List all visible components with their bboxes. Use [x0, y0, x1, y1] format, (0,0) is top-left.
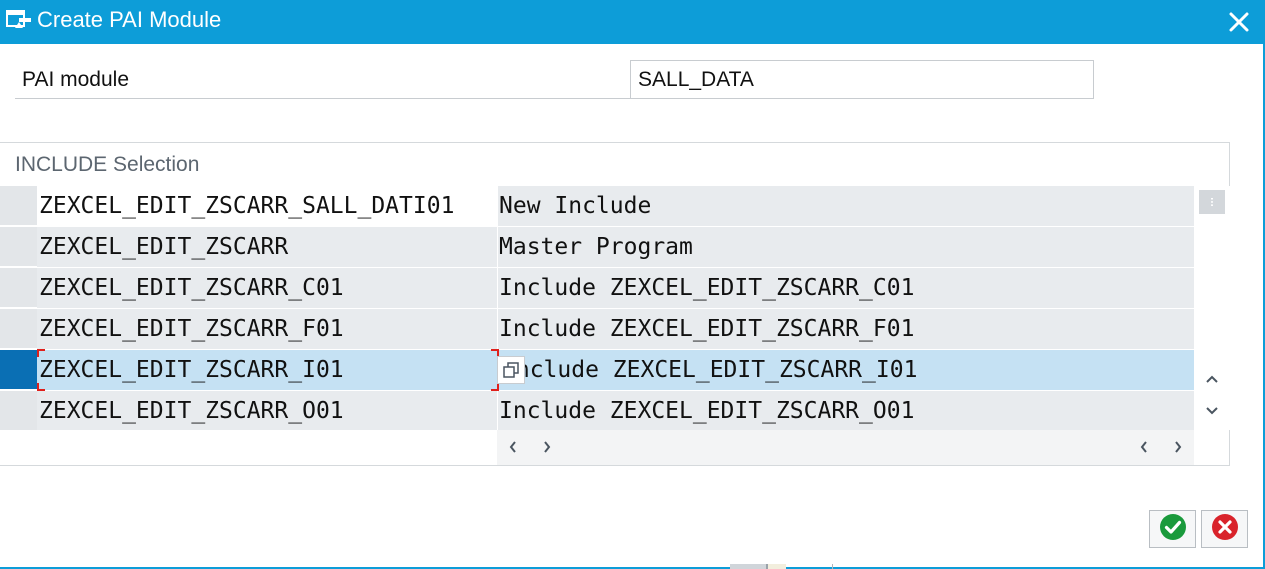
scroll-left-icon[interactable] — [500, 434, 526, 460]
horizontal-scroll-spacer — [0, 430, 497, 465]
include-name-cell[interactable]: ZEXCEL_EDIT_ZSCARR_I01 — [37, 350, 497, 391]
value-help-icon[interactable] — [497, 356, 525, 384]
table-row[interactable]: ZEXCEL_EDIT_ZSCARR_O01 Include ZEXCEL_ED… — [0, 391, 1194, 432]
dialog-title: Create PAI Module — [37, 7, 222, 32]
include-description-cell: Include ZEXCEL_EDIT_ZSCARR_F01 — [497, 309, 1194, 350]
pai-module-label: PAI module — [22, 68, 129, 91]
table-row[interactable]: ZEXCEL_EDIT_ZSCARR_SALL_DATI01 New Inclu… — [0, 186, 1194, 227]
table-row[interactable]: ZEXCEL_EDIT_ZSCARR_C01 Include ZEXCEL_ED… — [0, 268, 1194, 309]
cancel-button[interactable] — [1201, 510, 1248, 548]
scroll-right-icon[interactable] — [1165, 434, 1191, 460]
include-name-cell[interactable]: ZEXCEL_EDIT_ZSCARR_C01 — [37, 268, 497, 309]
ok-button[interactable] — [1149, 510, 1196, 548]
scroll-right-icon[interactable] — [534, 434, 560, 460]
include-description-cell: Include ZEXCEL_EDIT_ZSCARR_I01 — [497, 350, 1194, 391]
include-description-cell: New Include — [497, 186, 1194, 227]
table-row[interactable]: ZEXCEL_EDIT_ZSCARR Master Program — [0, 227, 1194, 268]
title-bar: Create PAI Module — [0, 0, 1265, 44]
row-selector[interactable] — [0, 268, 37, 308]
background-window-edge — [730, 560, 840, 569]
scroll-down-icon[interactable] — [1199, 398, 1225, 424]
table-row[interactable]: ZEXCEL_EDIT_ZSCARR_F01 Include ZEXCEL_ED… — [0, 309, 1194, 350]
row-selector[interactable] — [0, 391, 37, 431]
label-divider — [15, 98, 630, 99]
cancel-x-icon — [1211, 513, 1239, 546]
row-selector-active[interactable] — [0, 350, 37, 390]
include-description-cell: Master Program — [497, 227, 1194, 268]
row-selector[interactable] — [0, 309, 37, 349]
include-name-cell[interactable]: ZEXCEL_EDIT_ZSCARR — [37, 227, 497, 268]
include-description-cell: Include ZEXCEL_EDIT_ZSCARR_O01 — [497, 391, 1194, 432]
include-name-cell[interactable]: ZEXCEL_EDIT_ZSCARR_O01 — [37, 391, 497, 432]
scroll-left-icon[interactable] — [1131, 434, 1157, 460]
include-name-cell[interactable]: ZEXCEL_EDIT_ZSCARR_F01 — [37, 309, 497, 350]
dialog-window-icon — [5, 8, 33, 34]
horizontal-scrollbar[interactable] — [497, 430, 1194, 465]
include-description-cell: Include ZEXCEL_EDIT_ZSCARR_C01 — [497, 268, 1194, 309]
scroll-thumb[interactable] — [1199, 190, 1225, 214]
pai-module-input[interactable] — [630, 60, 1094, 99]
vertical-scrollbar[interactable] — [1194, 186, 1230, 430]
row-selector[interactable] — [0, 227, 37, 267]
include-name-cell[interactable]: ZEXCEL_EDIT_ZSCARR_SALL_DATI01 — [37, 186, 497, 227]
include-selection-title: INCLUDE Selection — [15, 153, 200, 176]
scroll-up-icon[interactable] — [1199, 366, 1225, 392]
row-selector[interactable] — [0, 186, 37, 226]
checkmark-icon — [1159, 513, 1187, 546]
close-icon[interactable] — [1223, 6, 1255, 38]
table-row-selected[interactable]: ZEXCEL_EDIT_ZSCARR_I01 Include ZEXCEL_ED… — [0, 350, 1194, 391]
